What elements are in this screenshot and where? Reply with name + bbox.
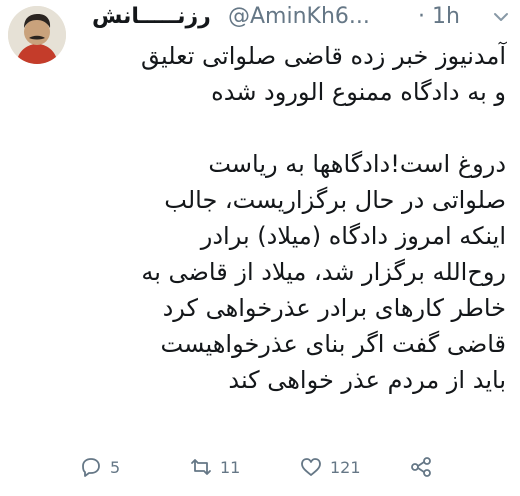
retweet-icon xyxy=(191,459,211,475)
like-count: 121 xyxy=(330,457,361,477)
user-avatar-icon xyxy=(8,6,66,64)
user-handle[interactable]: @AminKh6... xyxy=(228,4,370,29)
reply-icon xyxy=(82,458,100,477)
tweet-paragraph-1: آمدنیوز خبر زده قاضی صلواتی تعلیق و به د… xyxy=(70,38,506,110)
text-line: صلواتی در حال برگزاریست، جالب xyxy=(164,186,506,214)
retweet-button[interactable]: 11 xyxy=(190,456,240,478)
display-name[interactable]: رزنـــــانش xyxy=(92,4,211,29)
retweet-count: 11 xyxy=(220,457,241,477)
share-button[interactable] xyxy=(410,456,440,478)
tweet-paragraph-2: دروغ است!دادگاهها به ریاست صلواتی در حال… xyxy=(70,146,506,398)
chevron-down-icon[interactable] xyxy=(492,8,510,26)
avatar[interactable] xyxy=(8,6,66,64)
reply-count: 5 xyxy=(110,457,121,477)
tweet-header: رزنـــــانش @AminKh6... · 1h xyxy=(74,4,514,30)
heart-icon xyxy=(301,458,321,476)
text-line: و به دادگاه ممنوع الورود شده xyxy=(211,78,506,106)
tweet-text: آمدنیوز خبر زده قاضی صلواتی تعلیق و به د… xyxy=(70,38,506,398)
text-line: باید از مردم عذر خواهی کند xyxy=(228,366,506,394)
text-line: خاطر کارهای برادر عذرخواهی کرد xyxy=(162,294,506,322)
reply-button[interactable]: 5 xyxy=(80,456,120,478)
text-line: اینکه امروز دادگاه (میلاد) برادر xyxy=(200,222,506,250)
text-line: قاضی گفت اگر بنای عذرخواهیست xyxy=(160,330,506,358)
text-line: دروغ است!دادگاهها به ریاست xyxy=(208,150,506,178)
like-button[interactable]: 121 xyxy=(300,456,361,478)
text-line: آمدنیوز خبر زده قاضی صلواتی تعلیق xyxy=(140,42,506,70)
text-line: روح‌الله برگزار شد، میلاد از قاضی به xyxy=(141,258,506,286)
timestamp[interactable]: · 1h xyxy=(418,4,460,29)
share-icon xyxy=(411,457,431,477)
tweet-actions: 5 11 121 xyxy=(80,456,440,486)
